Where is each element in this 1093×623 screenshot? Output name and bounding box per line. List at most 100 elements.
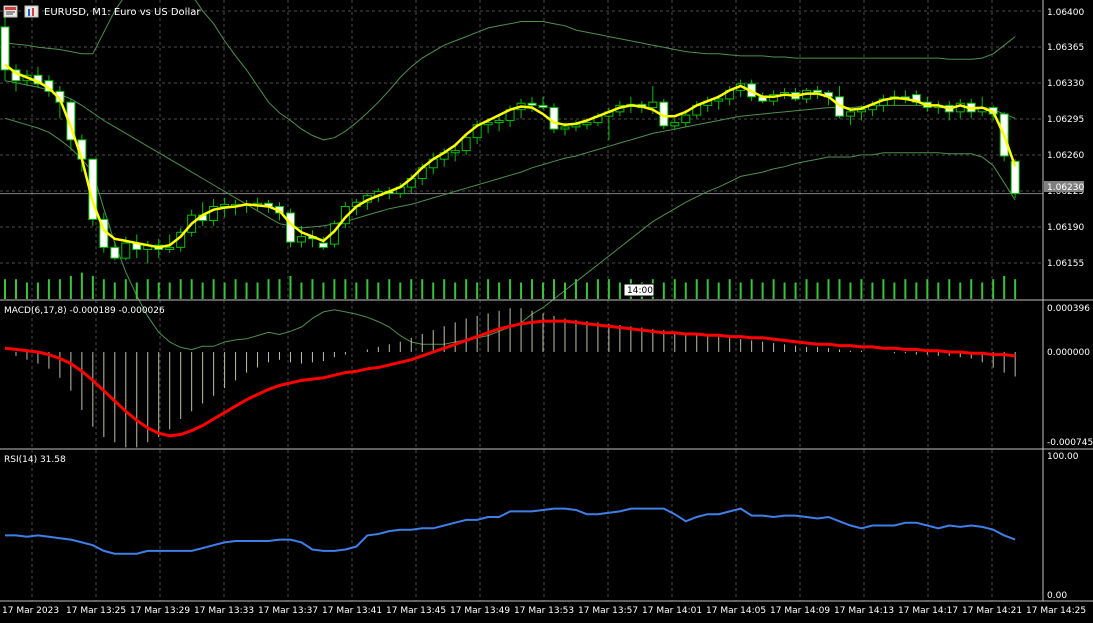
candlesticks[interactable] [0,16,1020,264]
volume-bar [553,279,555,299]
volume-bar [135,282,138,299]
volume-bar [498,282,501,299]
rsi-label: RSI(14) 31.58 [4,455,66,465]
volume-bar [377,282,380,299]
volume-bar [827,279,830,299]
volume-bar [201,282,204,299]
time-label: 17 Mar 13:25 [66,606,126,616]
volume-bar [981,282,984,299]
volume-bar [937,282,940,299]
candle-body [845,111,855,117]
volume-bar [970,279,973,299]
volume-bar [69,275,72,299]
time-label: 17 Mar 13:33 [194,606,254,616]
volume-bar [794,282,797,299]
chart-window-icon[interactable] [3,5,18,18]
volume-bar [168,282,171,299]
rsi-scale-bottom: 0.00 [1047,591,1067,601]
volume-bar [509,279,512,299]
volume-bar [102,279,105,299]
price-label: 1.06365 [1047,43,1084,53]
trading-chart[interactable]: EURUSD, M1: Euro vs US Dollar MACD(6,17,… [0,0,1093,623]
candle-body [714,98,724,102]
time-label: 17 Mar 14:25 [1026,606,1086,616]
volume-bar [948,279,951,299]
macd-scale-top: 0.000396 [1047,304,1090,314]
candle-body [285,212,295,243]
volume-bar [179,279,182,299]
candle-body [549,107,559,130]
price-label: 1.06190 [1047,223,1084,233]
volume-bar [772,279,775,299]
time-label: 17 Mar 2023 [2,606,59,616]
price-label: 1.06295 [1047,115,1084,125]
volume-bar [761,282,764,299]
volume-bar [618,282,621,299]
volume-bar [476,282,479,299]
volume-bar [410,279,413,299]
volume-bar [871,282,874,299]
candle-body [165,246,175,251]
volume-bar [992,279,995,299]
volume-bar [80,272,83,299]
volume-bar [14,279,17,299]
volume-bar [300,282,303,299]
price-label: 1.06400 [1047,8,1084,18]
volume-bar [278,279,281,299]
volume-bar [860,279,863,299]
time-label: 17 Mar 13:49 [450,606,510,616]
volume-bar [816,282,819,299]
time-label: 17 Mar 14:21 [962,606,1022,616]
rsi-scale-top: 100.00 [1047,452,1079,462]
volume-bar [157,282,160,299]
volume-bar [662,282,665,299]
time-axis[interactable]: 17 Mar 2023 17 Mar 13:25 17 Mar 13:29 17… [2,606,1086,616]
volume-bar [113,282,116,299]
volume-bar [838,279,841,299]
volume-bar [585,282,588,299]
candle-body [560,126,570,130]
price-label: 1.06260 [1047,151,1084,161]
price-label: 1.06155 [1047,259,1084,269]
volume-bar [849,282,852,299]
price-scale[interactable]: 1.06400 1.06365 1.06330 1.06295 1.06260 … [1047,8,1084,269]
volume-bar [58,279,61,299]
volume-bar [1014,279,1017,299]
volume-bar [783,282,786,299]
time-label: 17 Mar 13:41 [322,606,382,616]
volume-bar [36,282,39,299]
volume-bar [706,279,709,299]
time-label: 17 Mar 14:05 [706,606,766,616]
current-price: 1.06230 [1047,183,1084,193]
candle-body [538,104,548,109]
volume-bar [531,279,534,299]
volume-bar [4,279,6,299]
volume-bar [487,279,490,299]
volume-bar [750,279,753,299]
candle-body [582,122,592,126]
candle-body [121,242,131,259]
volume-bar [915,282,918,299]
time-label: 17 Mar 13:53 [514,606,574,616]
macd-label: MACD(6,17,8) -0.000189 -0.000026 [4,306,165,316]
time-marker-label: 14:00 [627,286,653,296]
volume-bar [805,279,808,299]
volume-bar [388,279,391,299]
volume-bar [355,282,358,299]
volume-bar [91,275,94,299]
candle-body [461,137,471,152]
volume-bar [893,282,896,299]
volume-bar [432,282,435,299]
volume-bar [959,282,962,299]
time-label: 17 Mar 13:37 [258,606,318,616]
volume-bar [882,279,885,299]
volume-bar [563,282,566,299]
volume-bar [728,279,731,299]
volume-bar [465,279,468,299]
candle-body [494,119,504,124]
volume-bar [739,282,742,299]
trade-panel-icon[interactable] [24,5,39,18]
candle-body [450,150,460,154]
volume-bar [1003,275,1006,299]
volume-bar [717,282,720,299]
